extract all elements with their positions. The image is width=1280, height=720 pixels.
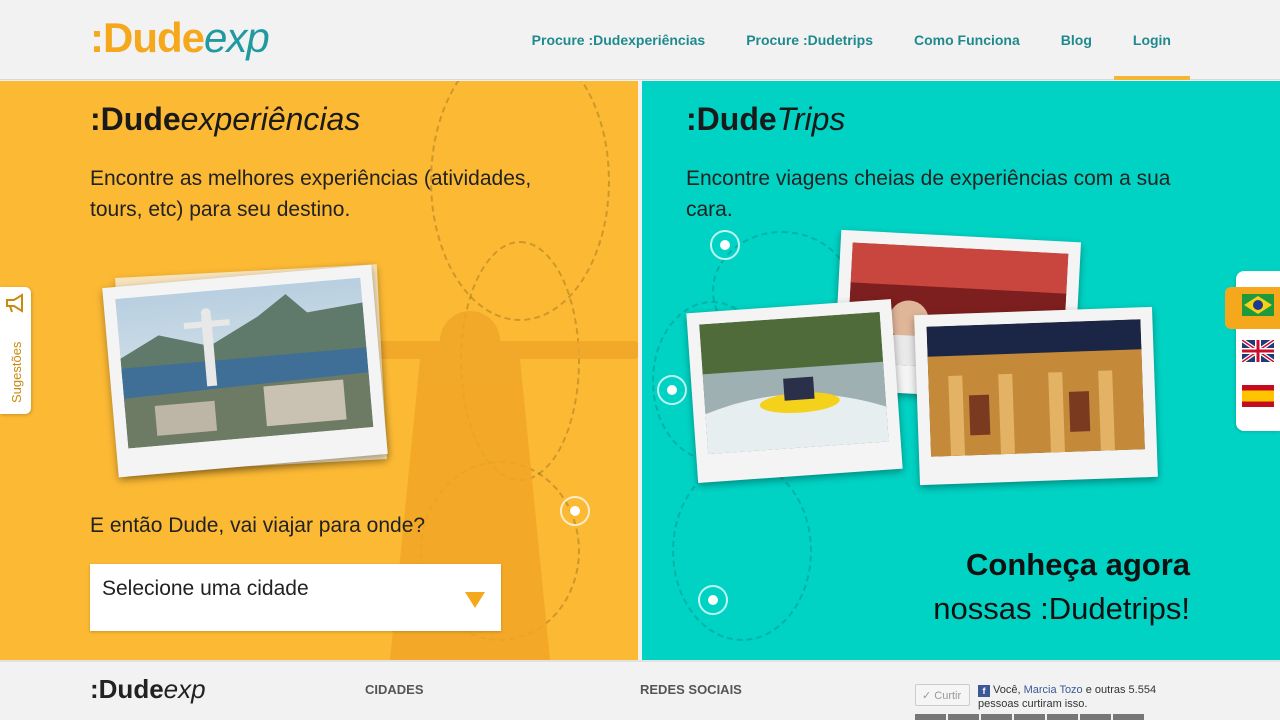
dudetrips-panel: :DudeTrips Encontre viagens cheias de ex… bbox=[642, 81, 1280, 660]
rio-photo bbox=[102, 264, 388, 478]
nav-como-funciona[interactable]: Como Funciona bbox=[914, 0, 1020, 80]
logo-colon: : bbox=[90, 14, 104, 61]
facebook-friend-link[interactable]: Marcia Tozo bbox=[1024, 684, 1083, 696]
theatre-image bbox=[926, 319, 1145, 457]
map-point bbox=[698, 585, 728, 615]
map-point bbox=[710, 230, 740, 260]
map-point bbox=[560, 496, 590, 526]
cta-subheading[interactable]: nossas :Dudetrips! bbox=[933, 591, 1190, 627]
nav-dudexperiencias[interactable]: Procure :Dudexperiências bbox=[532, 0, 706, 80]
nav-blog[interactable]: Blog bbox=[1061, 0, 1092, 80]
city-select-value: Selecione uma cidade bbox=[102, 577, 309, 600]
avatar[interactable] bbox=[1080, 714, 1111, 720]
rafting-photo bbox=[686, 299, 903, 483]
dropdown-arrow-icon bbox=[465, 592, 485, 608]
suggestions-label: Sugestões bbox=[9, 341, 24, 403]
avatar[interactable] bbox=[1047, 714, 1078, 720]
map-point bbox=[657, 375, 687, 405]
avatar[interactable] bbox=[981, 714, 1012, 720]
dashed-path bbox=[672, 461, 812, 641]
logo-dude: Dude bbox=[103, 14, 205, 61]
footer-cities-heading: CIDADES bbox=[365, 682, 424, 697]
uk-flag-icon[interactable] bbox=[1242, 340, 1274, 362]
logo-exp: exp bbox=[204, 14, 270, 61]
theatre-photo bbox=[914, 306, 1158, 486]
cta-heading: Conheça agora bbox=[966, 547, 1190, 582]
avatar[interactable] bbox=[915, 714, 946, 720]
site-logo[interactable]: :Dudeexp bbox=[90, 14, 270, 62]
panel-description: Encontre as melhores experiências (ativi… bbox=[90, 167, 532, 221]
nav-login[interactable]: Login bbox=[1113, 0, 1190, 80]
footer: :Dudeexp CIDADES REDES SOCIAIS ✓ Curtir … bbox=[0, 660, 1280, 720]
destination-question: E então Dude, vai viajar para onde? bbox=[90, 514, 426, 537]
avatar[interactable] bbox=[948, 714, 979, 720]
city-select[interactable]: Selecione uma cidade bbox=[90, 564, 501, 631]
panel-description: Encontre viagens cheias de experiências … bbox=[686, 167, 1171, 221]
panel-title: :Dudeexperiências bbox=[90, 101, 361, 137]
footer-social-heading: REDES SOCIAIS bbox=[640, 682, 742, 697]
avatar[interactable] bbox=[1014, 714, 1045, 720]
dudexperiencias-panel: :Dudeexperiências Encontre as melhores e… bbox=[0, 81, 638, 660]
footer-logo[interactable]: :Dudeexp bbox=[90, 674, 206, 705]
avatar[interactable] bbox=[1113, 714, 1144, 720]
brazil-flag-icon[interactable] bbox=[1242, 294, 1274, 316]
facebook-faces bbox=[915, 714, 1144, 720]
facebook-like-text: f Você, Marcia Tozo e outras 5.554 pessoa… bbox=[978, 684, 1157, 710]
megaphone-icon bbox=[6, 293, 23, 313]
main-nav: Procure :Dudexperiências Procure :Dudetr… bbox=[491, 0, 1190, 80]
suggestions-tab[interactable]: Sugestões bbox=[0, 287, 31, 414]
top-header: :Dudeexp Procure :Dudexperiências Procur… bbox=[0, 0, 1280, 80]
facebook-icon: f bbox=[978, 685, 990, 697]
rafting-image bbox=[699, 311, 889, 455]
nav-dudetrips[interactable]: Procure :Dudetrips bbox=[746, 0, 873, 80]
spain-flag-icon[interactable] bbox=[1242, 385, 1274, 407]
facebook-like-button[interactable]: ✓ Curtir bbox=[915, 684, 970, 706]
rio-image bbox=[115, 277, 374, 449]
panel-title: :DudeTrips bbox=[686, 101, 846, 137]
